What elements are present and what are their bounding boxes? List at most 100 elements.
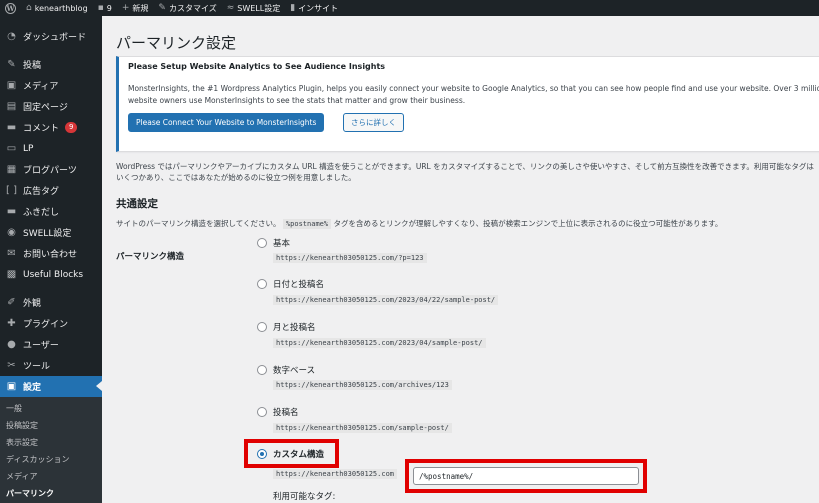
radio-post-name[interactable] [257,407,267,417]
menu-label: LP [23,143,34,154]
intro-text: WordPress ではパーマリンクやアーカイブにカスタム URL 構造を使うこ… [116,162,814,182]
sample-day-name: https://kenearth03050125.com/2023/04/22/… [273,295,499,305]
menu-swell-settings[interactable]: ◉ SWELL設定 [0,222,102,243]
menu-label: Useful Blocks [23,269,84,280]
lp-icon: ▭ [6,143,17,154]
menu-label: ふきだし [23,208,60,218]
option-day-name-label: 日付と投稿名 [273,280,325,290]
swell-icon: ≈ [226,3,235,13]
menu-label: 広告タグ [23,187,60,197]
customize-label: カスタマイズ [168,3,217,13]
submenu-discussion[interactable]: ディスカッション [0,451,102,468]
speech-bubble-icon: ▬ [6,206,17,217]
postname-code: %postname% [282,219,332,229]
dashboard-icon: ◔ [7,31,16,42]
page-title: パーマリンク設定 [116,34,237,52]
section-description: サイトのパーマリンク構造を選択してください。 %postname% タグを含める… [116,218,819,229]
submenu-media[interactable]: メディア [0,468,102,485]
section-title: 共通設定 [116,198,158,210]
menu-settings[interactable]: ▣ 設定 [0,376,102,397]
submenu-reading[interactable]: 表示設定 [0,434,102,451]
menu-posts[interactable]: ✎ 投稿 [0,54,102,75]
menu-label: 投稿 [23,61,42,71]
radio-day-name[interactable] [257,279,267,289]
plus-icon: + [121,3,130,13]
option-post-name[interactable]: 投稿名 [257,406,299,418]
menu-label: 設定 [23,383,42,393]
swell-label: SWELL設定 [237,3,281,13]
notice-text: MonsterInsights, the #1 Wordpress Analyt… [128,84,819,105]
pin-icon: ✎ [7,59,16,70]
menu-lp[interactable]: ▭ LP [0,138,102,159]
blog-parts-icon: ▦ [6,164,17,175]
monsterinsights-notice: Please Setup Website Analytics to See Au… [116,56,819,152]
submenu-writing[interactable]: 投稿設定 [0,417,102,434]
menu-pages[interactable]: ▤ 固定ページ [0,96,102,117]
menu-label: ダッシュボード [23,33,87,43]
option-month-name-label: 月と投稿名 [273,323,316,333]
option-month-name[interactable]: 月と投稿名 [257,321,316,333]
menu-useful-blocks[interactable]: ▩ Useful Blocks [0,264,102,285]
comments-count: 9 [106,3,112,13]
sample-numeric: https://kenearth03050125.com/archives/12… [273,380,452,390]
wordpress-logo-icon: W [5,2,16,14]
page-icon: ▤ [6,101,17,112]
radio-plain[interactable] [257,238,267,248]
option-post-name-label: 投稿名 [273,408,299,418]
customize-link[interactable]: ✎ カスタマイズ [153,0,221,16]
section-desc-after: タグを含めるとリンクが理解しやすくなり、投稿が検索エンジンで上位に表示されるのに… [333,219,723,228]
menu-label: ツール [23,362,51,372]
learn-more-button[interactable]: さらに詳しく [343,113,404,132]
swell-settings-link[interactable]: ≈ SWELL設定 [222,0,286,16]
menu-speech-bubble[interactable]: ▬ ふきだし [0,201,102,222]
option-numeric[interactable]: 数字ベース [257,364,315,376]
option-plain[interactable]: 基本 [257,237,290,249]
menu-users[interactable]: ● ユーザー [0,334,102,355]
menu-dashboard[interactable]: ◔ ダッシュボード [0,26,102,47]
tool-icon: ✂ [7,360,16,371]
admin-bar: W ⌂ kenearthblog ▪ 9 + 新規 ✎ カスタマイズ ≈ SWE… [0,0,819,16]
highlight-custom-input [405,459,647,493]
user-icon: ● [7,339,16,350]
insights-link[interactable]: ▮ インサイト [285,0,343,16]
site-name-link[interactable]: ⌂ kenearthblog [21,0,93,16]
plugin-icon: ✚ [7,318,16,329]
comments-link[interactable]: ▪ 9 [93,0,117,16]
appearance-icon: ✐ [7,297,16,308]
media-icon: ▣ [6,80,17,91]
main-content: パーマリンク設定 Please Setup Website Analytics … [102,16,819,503]
sample-plain: https://kenearth03050125.com/?p=123 [273,253,427,263]
site-name: kenearthblog [34,3,88,13]
menu-label: ブログパーツ [23,166,77,176]
submenu-permalinks[interactable]: パーマリンク [0,485,102,502]
option-day-name[interactable]: 日付と投稿名 [257,278,324,290]
blocks-icon: ▩ [6,269,17,280]
menu-ad-tag[interactable]: [ ] 広告タグ [0,180,102,201]
home-icon: ⌂ [26,3,32,13]
insights-label: インサイト [298,3,339,13]
highlight-custom-option [244,439,339,468]
radio-numeric[interactable] [257,365,267,375]
permalink-structure-label: パーマリンク構造 [116,252,185,262]
menu-blog-parts[interactable]: ▦ ブログパーツ [0,159,102,180]
menu-label: SWELL設定 [23,229,72,239]
sample-post-name: https://kenearth03050125.com/sample-post… [273,423,452,433]
menu-media[interactable]: ▣ メディア [0,75,102,96]
menu-plugins[interactable]: ✚ プラグイン [0,313,102,334]
menu-appearance[interactable]: ✐ 外観 [0,292,102,313]
wp-logo-button[interactable]: W [0,0,21,16]
menu-label: 外観 [23,299,42,309]
sidebar-top-spacer [0,16,102,26]
connect-monsterinsights-button[interactable]: Please Connect Your Website to MonsterIn… [128,113,325,132]
menu-comments[interactable]: ▬ コメント 9 [0,117,102,138]
comment-icon: ▬ [6,122,17,133]
new-content-link[interactable]: + 新規 [117,0,154,16]
menu-label: ユーザー [23,341,59,351]
swell-icon: ◉ [7,227,16,238]
comments-badge: 9 [65,122,78,133]
menu-tools[interactable]: ✂ ツール [0,355,102,376]
menu-contact[interactable]: ✉ お問い合わせ [0,243,102,264]
brush-icon: ✎ [158,3,166,13]
submenu-general[interactable]: 一般 [0,400,102,417]
radio-month-name[interactable] [257,322,267,332]
